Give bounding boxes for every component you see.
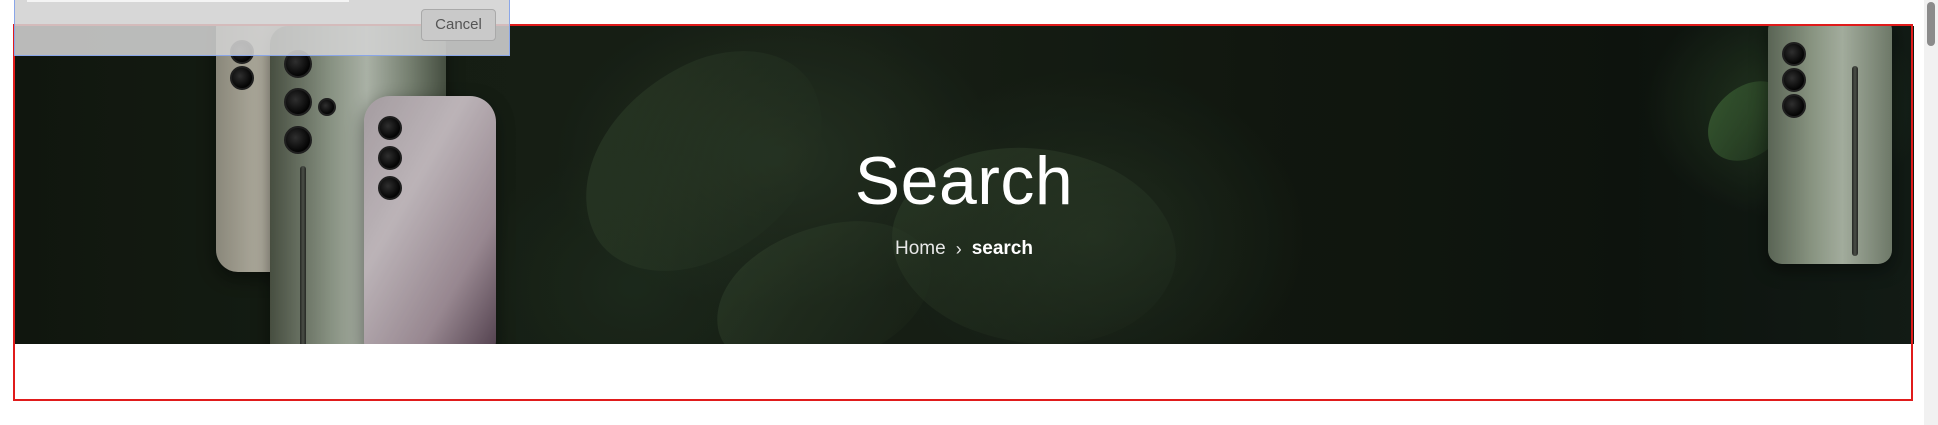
vertical-scrollbar[interactable] [1924,0,1938,425]
scrollbar-thumb[interactable] [1927,2,1935,46]
breadcrumb-home-link[interactable]: Home [895,238,946,260]
search-dialog: Cancel [14,0,510,56]
chevron-right-icon: › [955,239,962,259]
cancel-button[interactable]: Cancel [421,9,496,41]
page: Search Home › search Cancel [0,0,1938,425]
breadcrumb-current-page: search [971,238,1033,259]
breadcrumb: Home › search [14,238,1914,260]
hero-content: Search Home › search [14,146,1914,260]
search-input[interactable] [27,0,349,2]
page-hero-banner: Search Home › search [14,26,1914,344]
page-title: Search [854,143,1074,219]
